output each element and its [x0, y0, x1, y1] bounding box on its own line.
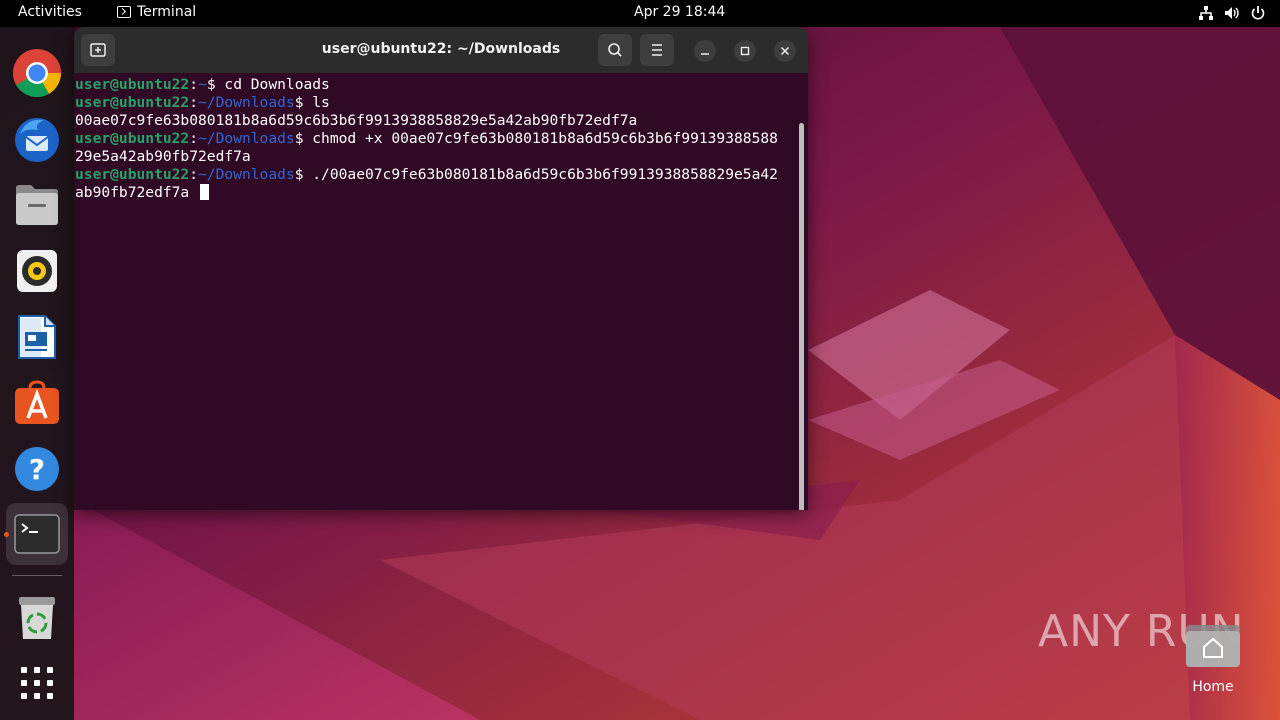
prompt-separator: :: [189, 130, 199, 147]
app-center-icon: [15, 380, 59, 424]
prompt-user: user@ubuntu22: [75, 94, 190, 111]
dock-separator: [12, 575, 62, 576]
chrome-icon: [13, 49, 62, 98]
command-text: ls: [312, 94, 330, 111]
app-menu-label: Terminal: [137, 4, 197, 20]
libreoffice-writer-launcher[interactable]: [12, 312, 62, 362]
terminal-lines: user@ubuntu22:~$ cd Downloads user@ubuntu…: [75, 76, 797, 202]
terminal-line: user@ubuntu22:~/Downloads$ ls: [75, 94, 797, 112]
rhythmbox-icon: [17, 250, 57, 292]
app-menu[interactable]: Terminal: [117, 4, 196, 20]
power-icon[interactable]: [1250, 5, 1266, 21]
search-button[interactable]: [598, 34, 632, 66]
clock[interactable]: Apr 29 18:44: [634, 4, 725, 20]
rhythmbox-launcher[interactable]: [12, 246, 62, 296]
prompt-separator: :: [189, 166, 199, 183]
maximize-icon: [740, 46, 750, 56]
search-icon: [608, 43, 622, 57]
files-launcher[interactable]: [12, 180, 62, 230]
terminal-app-icon: [117, 6, 131, 18]
thunderbird-launcher[interactable]: [12, 114, 62, 164]
volume-icon[interactable]: [1224, 5, 1240, 21]
command-text: cd Downloads: [224, 76, 330, 93]
command-text: chmod +x 00ae07c9fe63b080181b8a6d59c6b3b…: [312, 130, 778, 147]
terminal-line: 00ae07c9fe63b080181b8a6d59c6b3b6f9913938…: [75, 112, 797, 130]
help-launcher[interactable]: ?: [12, 444, 62, 494]
terminal-line: user@ubuntu22:~/Downloads$ ./00ae07c9fe6…: [75, 166, 797, 184]
dock: ?: [0, 27, 74, 720]
maximize-button[interactable]: [734, 40, 756, 62]
prompt-separator: :: [189, 94, 199, 111]
close-icon: [780, 46, 790, 56]
svg-text:?: ?: [29, 453, 45, 486]
terminal-scrollbar[interactable]: [799, 123, 804, 510]
running-indicator: [4, 532, 9, 537]
close-button[interactable]: [774, 40, 796, 62]
app-center-launcher[interactable]: [12, 378, 62, 428]
terminal-titlebar[interactable]: user@ubuntu22: ~/Downloads: [74, 27, 808, 73]
trash-launcher[interactable]: [12, 593, 62, 643]
terminal-output-area[interactable]: user@ubuntu22:~$ cd Downloads user@ubuntu…: [74, 73, 808, 510]
prompt-user: user@ubuntu22: [75, 130, 190, 147]
help-icon: ?: [15, 447, 59, 491]
prompt-path: ~/Downloads: [198, 94, 295, 111]
prompt-symbol: $: [206, 76, 225, 93]
trash-icon: [19, 597, 55, 639]
home-folder-label[interactable]: Home: [1178, 679, 1248, 695]
prompt-symbol: $: [294, 94, 313, 111]
hamburger-menu-icon: [652, 44, 662, 56]
text-cursor: [200, 184, 210, 200]
terminal-window[interactable]: user@ubuntu22: ~/Downloads user@ubuntu22…: [74, 27, 808, 510]
prompt-path: ~: [198, 76, 207, 93]
output-text: ab90fb72edf7a: [75, 184, 199, 201]
command-text: ./00ae07c9fe63b080181b8a6d59c6b3b6f99139…: [312, 166, 778, 183]
terminal-line: user@ubuntu22:~$ cd Downloads: [75, 76, 797, 94]
minimize-button[interactable]: [694, 40, 716, 62]
output-text: 29e5a42ab90fb72edf7a: [75, 148, 251, 165]
show-apps-icon: [21, 667, 53, 699]
terminal-icon: [14, 514, 60, 554]
prompt-path: ~/Downloads: [198, 166, 295, 183]
prompt-separator: :: [189, 76, 199, 93]
home-folder-icon[interactable]: [1184, 619, 1242, 669]
prompt-symbol: $: [294, 166, 313, 183]
activities-button[interactable]: Activities: [18, 4, 82, 20]
files-icon: [16, 185, 58, 225]
chrome-launcher[interactable]: [12, 48, 62, 98]
thunderbird-icon: [15, 118, 59, 162]
show-apps-button[interactable]: [12, 658, 62, 708]
terminal-launcher[interactable]: [6, 503, 68, 565]
network-icon[interactable]: [1198, 5, 1214, 21]
menu-button[interactable]: [640, 34, 674, 66]
prompt-user: user@ubuntu22: [75, 166, 190, 183]
top-bar: Activities Terminal Apr 29 18:44: [0, 0, 1280, 27]
terminal-line: ab90fb72edf7a: [75, 184, 797, 202]
libreoffice-writer-icon: [18, 315, 56, 359]
prompt-symbol: $: [294, 130, 313, 147]
prompt-path: ~/Downloads: [198, 130, 295, 147]
output-text: 00ae07c9fe63b080181b8a6d59c6b3b6f9913938…: [75, 112, 638, 129]
terminal-line: 29e5a42ab90fb72edf7a: [75, 148, 797, 166]
prompt-user: user@ubuntu22: [75, 76, 190, 93]
terminal-line: user@ubuntu22:~/Downloads$ chmod +x 00ae…: [75, 130, 797, 148]
minimize-icon: [701, 53, 709, 55]
system-tray[interactable]: [1198, 5, 1266, 21]
